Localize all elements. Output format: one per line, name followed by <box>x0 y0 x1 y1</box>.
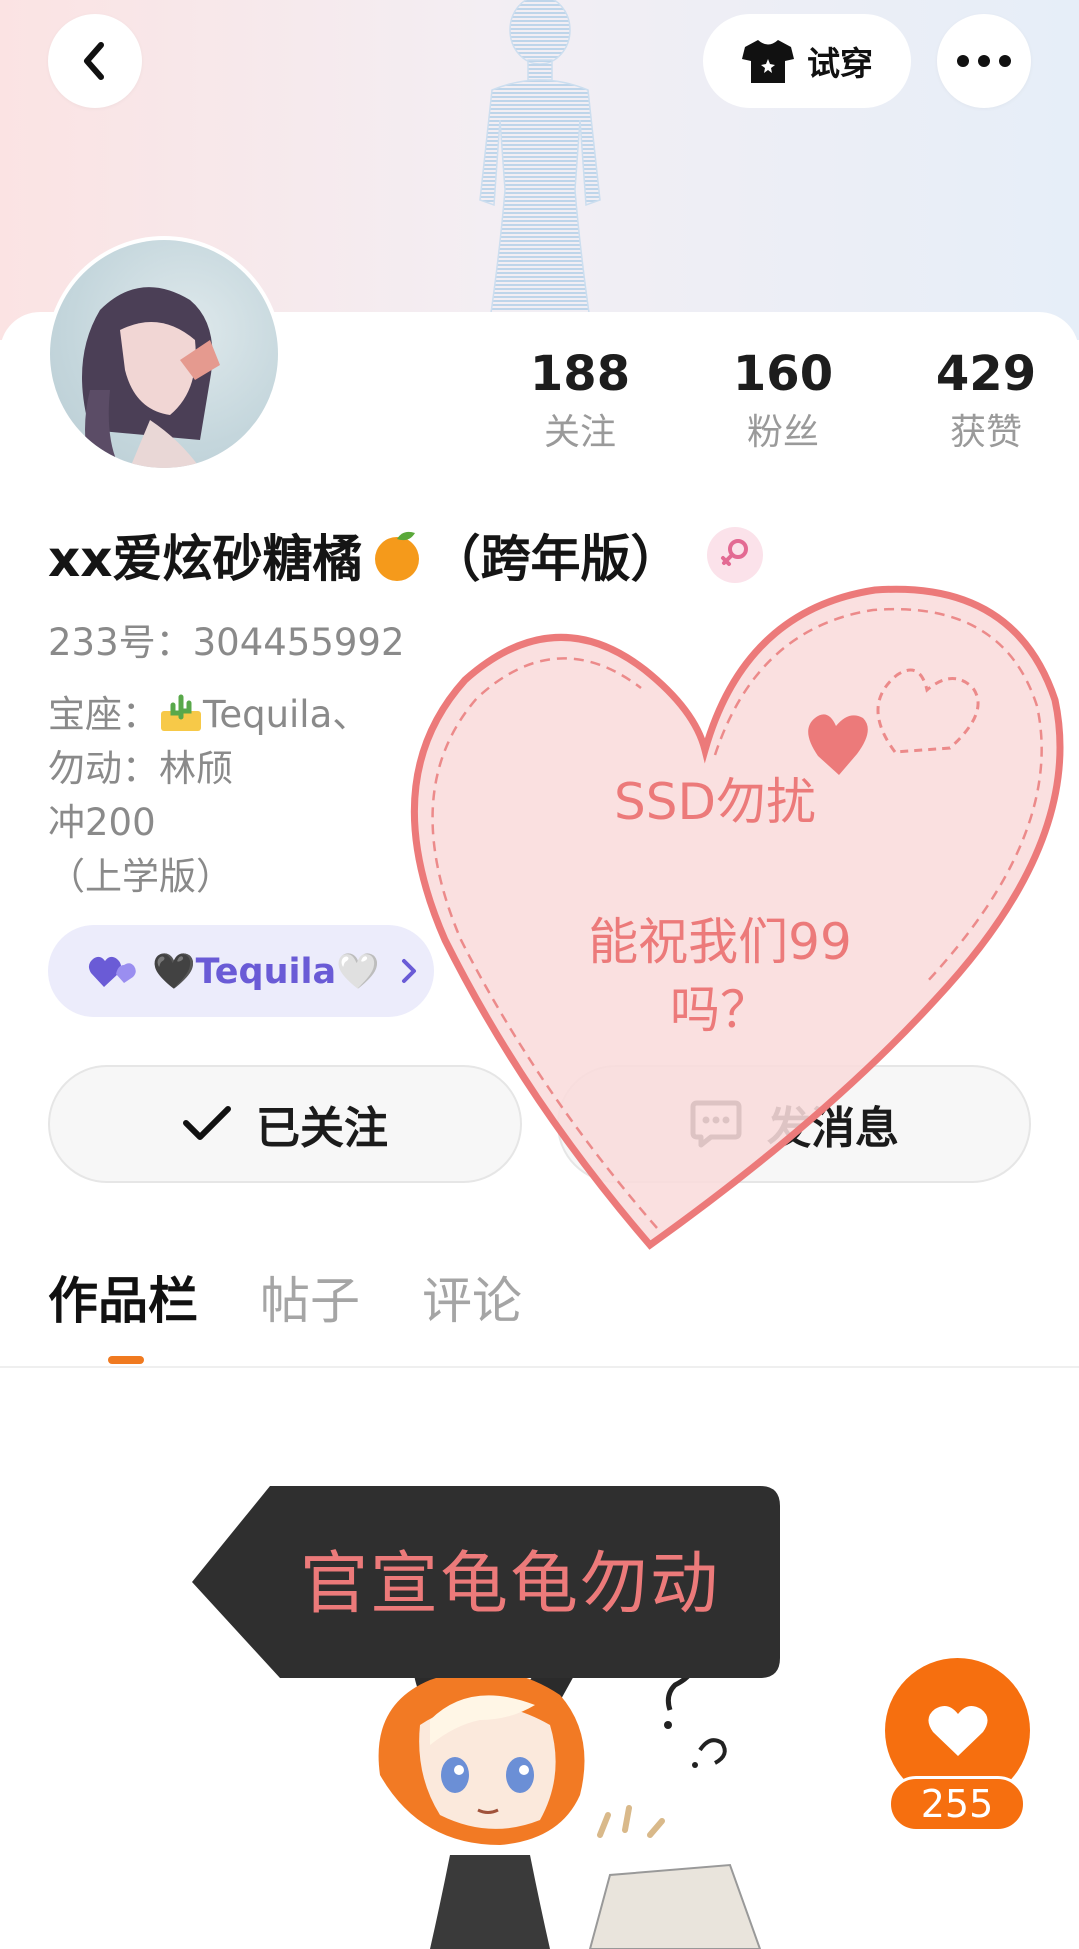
bio: 宝座： Tequila、 勿动：林颀 冲200 （上学版） <box>48 688 448 904</box>
bio-line1-suffix: Tequila、 <box>203 693 370 736</box>
try-on-button[interactable]: 试穿 <box>703 14 911 108</box>
heart-text-line: 能祝我们99 <box>588 913 852 971</box>
stat-value: 160 <box>732 346 834 402</box>
avatar-image <box>50 240 278 468</box>
send-message-label: 发消息 <box>767 1103 899 1154</box>
tag-label: 🖤Tequila🤍 <box>152 951 380 992</box>
female-icon <box>720 539 748 566</box>
nickname: xx爱炫砂糖橘 （跨年版） <box>48 520 763 590</box>
nickname-text: xx爱炫砂糖橘 <box>48 530 363 588</box>
relationship-tag[interactable]: 🖤Tequila🤍 <box>48 925 434 1017</box>
stat-value: 429 <box>935 346 1037 402</box>
stat-following[interactable]: 188 关注 <box>500 345 660 459</box>
bio-line1-prefix: 宝座： <box>48 693 159 736</box>
bio-line: 冲200 <box>48 801 156 844</box>
like-count: 255 <box>888 1776 1026 1832</box>
stat-label: 粉丝 <box>746 412 819 453</box>
tshirt-icon <box>742 40 794 83</box>
tab-posts[interactable]: 帖子 <box>260 1270 360 1350</box>
stat-label: 关注 <box>543 412 616 453</box>
heart-text-line: 吗？ <box>670 981 770 1039</box>
tangerine-icon <box>374 531 419 581</box>
chevron-right-icon <box>401 959 416 983</box>
nickname-suffix: （跨年版） <box>430 530 681 588</box>
post-caption: 官宣龟龟勿动 <box>300 1545 721 1624</box>
tabs-divider <box>0 1366 1079 1368</box>
more-button[interactable] <box>937 14 1031 108</box>
double-heart-icon <box>88 953 138 989</box>
stat-likes[interactable]: 429 获赞 <box>906 345 1066 459</box>
back-button[interactable] <box>48 14 142 108</box>
stat-value: 188 <box>529 346 631 402</box>
gender-badge <box>706 527 763 583</box>
following-button[interactable]: 已关注 <box>48 1065 522 1183</box>
heart-icon <box>927 1705 988 1756</box>
active-tab-indicator <box>108 1356 144 1364</box>
avatar-3d-figure-icon <box>479 0 601 320</box>
heart-text-line: SSD勿扰 <box>614 773 816 831</box>
bio-line: 勿动：林颀 <box>48 747 233 790</box>
avatar[interactable] <box>46 236 282 472</box>
checkmark-icon <box>183 1106 231 1140</box>
tab-works[interactable]: 作品栏 <box>48 1270 198 1350</box>
stat-label: 获赞 <box>949 412 1022 453</box>
following-label: 已关注 <box>256 1103 388 1154</box>
chevron-left-icon <box>84 42 104 80</box>
bio-line: （上学版） <box>48 855 233 898</box>
profile-stats: 188 关注 160 粉丝 429 获赞 <box>500 345 1040 475</box>
cactus-icon <box>161 694 201 731</box>
bio-line: 宝座： Tequila、 <box>48 688 448 742</box>
tab-comments[interactable]: 评论 <box>422 1270 522 1350</box>
send-message-button[interactable]: 发消息 <box>557 1065 1031 1183</box>
more-dots-icon <box>957 55 1011 67</box>
profile-tabs: 作品栏 帖子 评论 <box>48 1270 522 1350</box>
user-id: 233号：304455992 <box>48 621 405 664</box>
chat-bubble-icon <box>690 1100 742 1148</box>
stat-followers[interactable]: 160 粉丝 <box>703 345 863 459</box>
try-on-label: 试穿 <box>807 44 873 83</box>
